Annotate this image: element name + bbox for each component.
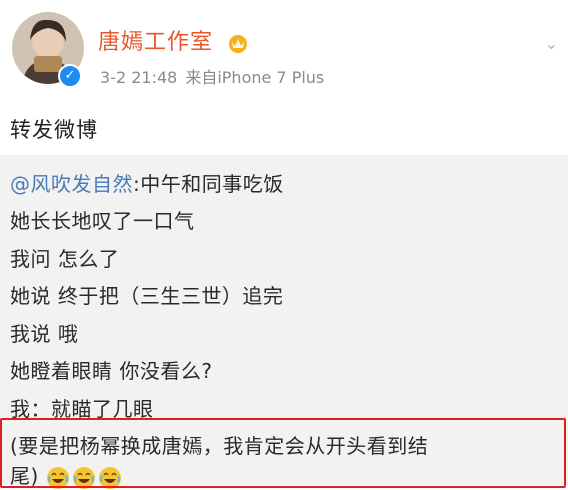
- repost-line: 她长长地叹了一口气: [10, 209, 195, 233]
- repost-line: 我问 怎么了: [10, 247, 120, 271]
- post-meta: 3-2 21:48 来自iPhone 7 Plus: [100, 64, 324, 88]
- post-source[interactable]: 来自iPhone 7 Plus: [185, 68, 324, 87]
- repost-line: 她瞪着眼睛 你没看么?: [10, 359, 213, 383]
- more-options-icon[interactable]: ⌄: [545, 34, 558, 53]
- verified-badge-icon: ✓: [58, 64, 82, 88]
- post-text: 转发微博: [10, 118, 98, 142]
- post-time: 3-2 21:48: [100, 68, 178, 87]
- crown-icon: [229, 35, 248, 53]
- author-name-text[interactable]: 唐嫣工作室: [98, 30, 213, 55]
- mention-link[interactable]: @风吹发自然: [10, 172, 133, 196]
- repost-first-line: @风吹发自然:中午和同事吃饭: [10, 168, 284, 197]
- repost-line-text: :中午和同事吃饭: [133, 172, 284, 196]
- highlight-box: [0, 418, 566, 488]
- author-name[interactable]: 唐嫣工作室: [98, 24, 249, 56]
- repost-line: 我说 哦: [10, 322, 79, 346]
- repost-line: 她说 终于把（三生三世）追完: [10, 284, 284, 308]
